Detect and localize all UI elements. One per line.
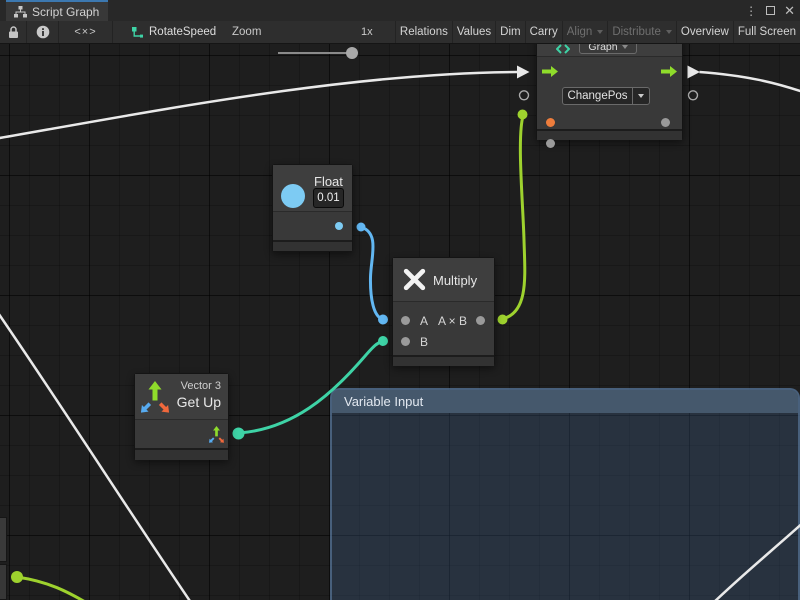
float-value-input[interactable]: 0.01 [313, 188, 344, 208]
value-in-port[interactable] [546, 139, 555, 148]
info-button[interactable] [27, 21, 59, 43]
full-screen-button[interactable]: Full Screen [733, 21, 800, 43]
offscreen-node-fragment[interactable] [0, 517, 7, 562]
graph-icon [14, 6, 27, 18]
offscreen-node-fragment[interactable] [0, 564, 7, 600]
port-label-a: A [420, 314, 428, 328]
window-maximize-icon[interactable] [766, 6, 775, 15]
info-icon [36, 25, 50, 39]
vector3-out-port-icon[interactable] [209, 425, 224, 443]
multiply-icon [402, 267, 427, 292]
zoom-label: Zoom [232, 26, 261, 38]
port-label-out: A × B [438, 314, 467, 328]
zoom-value: 1x [361, 26, 373, 38]
zoom-slider[interactable] [278, 52, 356, 54]
window-menu-icon[interactable]: ⋮ [745, 5, 757, 17]
node-footer [393, 357, 494, 366]
float-value: 0.01 [317, 192, 339, 204]
chevron-down-icon [666, 30, 672, 34]
node-type-label: Vector 3 [181, 380, 221, 392]
vector3-get-up-node[interactable]: Vector 3 Get Up [134, 373, 229, 460]
group-box-title: Variable Input [344, 394, 423, 409]
chevron-down-icon [597, 30, 603, 34]
node-title: Multiply [433, 273, 477, 288]
port-label-b: B [420, 335, 428, 349]
flow-out-port-icon[interactable] [661, 66, 677, 77]
float-out-port[interactable] [335, 222, 343, 230]
node-title: Float [314, 174, 343, 189]
tab-bar: Script Graph ⋮ ✕ [0, 0, 800, 21]
variable-name-label: ChangePos [563, 88, 632, 104]
tab-script-graph[interactable]: Script Graph [6, 0, 108, 21]
node-footer [273, 242, 352, 251]
node-footer [537, 131, 682, 140]
multiply-node[interactable]: Multiply A A × B B [392, 257, 495, 366]
graph-toolbar: <×> RotateSpeed Zoom 1x Relations Values… [0, 21, 800, 44]
variable-name-dropdown[interactable]: ChangePos [562, 87, 650, 105]
vector3-icon [141, 379, 169, 413]
flow-in-port-icon[interactable] [542, 66, 558, 77]
chevron-down-icon [638, 94, 644, 98]
macro-name-label: RotateSpeed [149, 26, 216, 38]
window-close-icon[interactable]: ✕ [784, 4, 795, 17]
value-out-port[interactable] [661, 118, 670, 127]
values-button[interactable]: Values [452, 21, 495, 43]
distribute-dropdown: Distribute [607, 21, 676, 43]
group-box-variable-input: Variable Input [330, 388, 800, 600]
zoom-slider-handle[interactable] [346, 47, 358, 59]
carry-button[interactable]: Carry [525, 21, 562, 43]
dropdown-arrow-segment[interactable] [632, 88, 649, 104]
multiply-b-port[interactable] [401, 337, 410, 346]
multiply-a-port[interactable] [401, 316, 410, 325]
code-preview-button[interactable]: <×> [59, 21, 113, 43]
visual-scripting-icon [556, 44, 570, 54]
node-title: Get Up [177, 394, 221, 410]
align-dropdown: Align [562, 21, 608, 43]
variable-port[interactable] [546, 118, 555, 127]
code-icon: <×> [74, 26, 96, 38]
lock-button[interactable] [0, 21, 27, 43]
float-node[interactable]: Float 0.01 [272, 164, 353, 252]
overview-button[interactable]: Overview [676, 21, 733, 43]
relations-button[interactable]: Relations [395, 21, 452, 43]
dim-button[interactable]: Dim [495, 21, 524, 43]
node-footer [135, 450, 228, 460]
set-variable-node[interactable]: Graph ChangePos [536, 30, 683, 140]
multiply-out-port[interactable] [476, 316, 485, 325]
float-type-icon [280, 183, 306, 209]
tab-title: Script Graph [32, 5, 99, 19]
chevron-down-icon [622, 45, 628, 49]
lock-icon [8, 26, 19, 39]
macro-asset-icon [131, 26, 144, 39]
group-box-header[interactable]: Variable Input [332, 390, 798, 413]
